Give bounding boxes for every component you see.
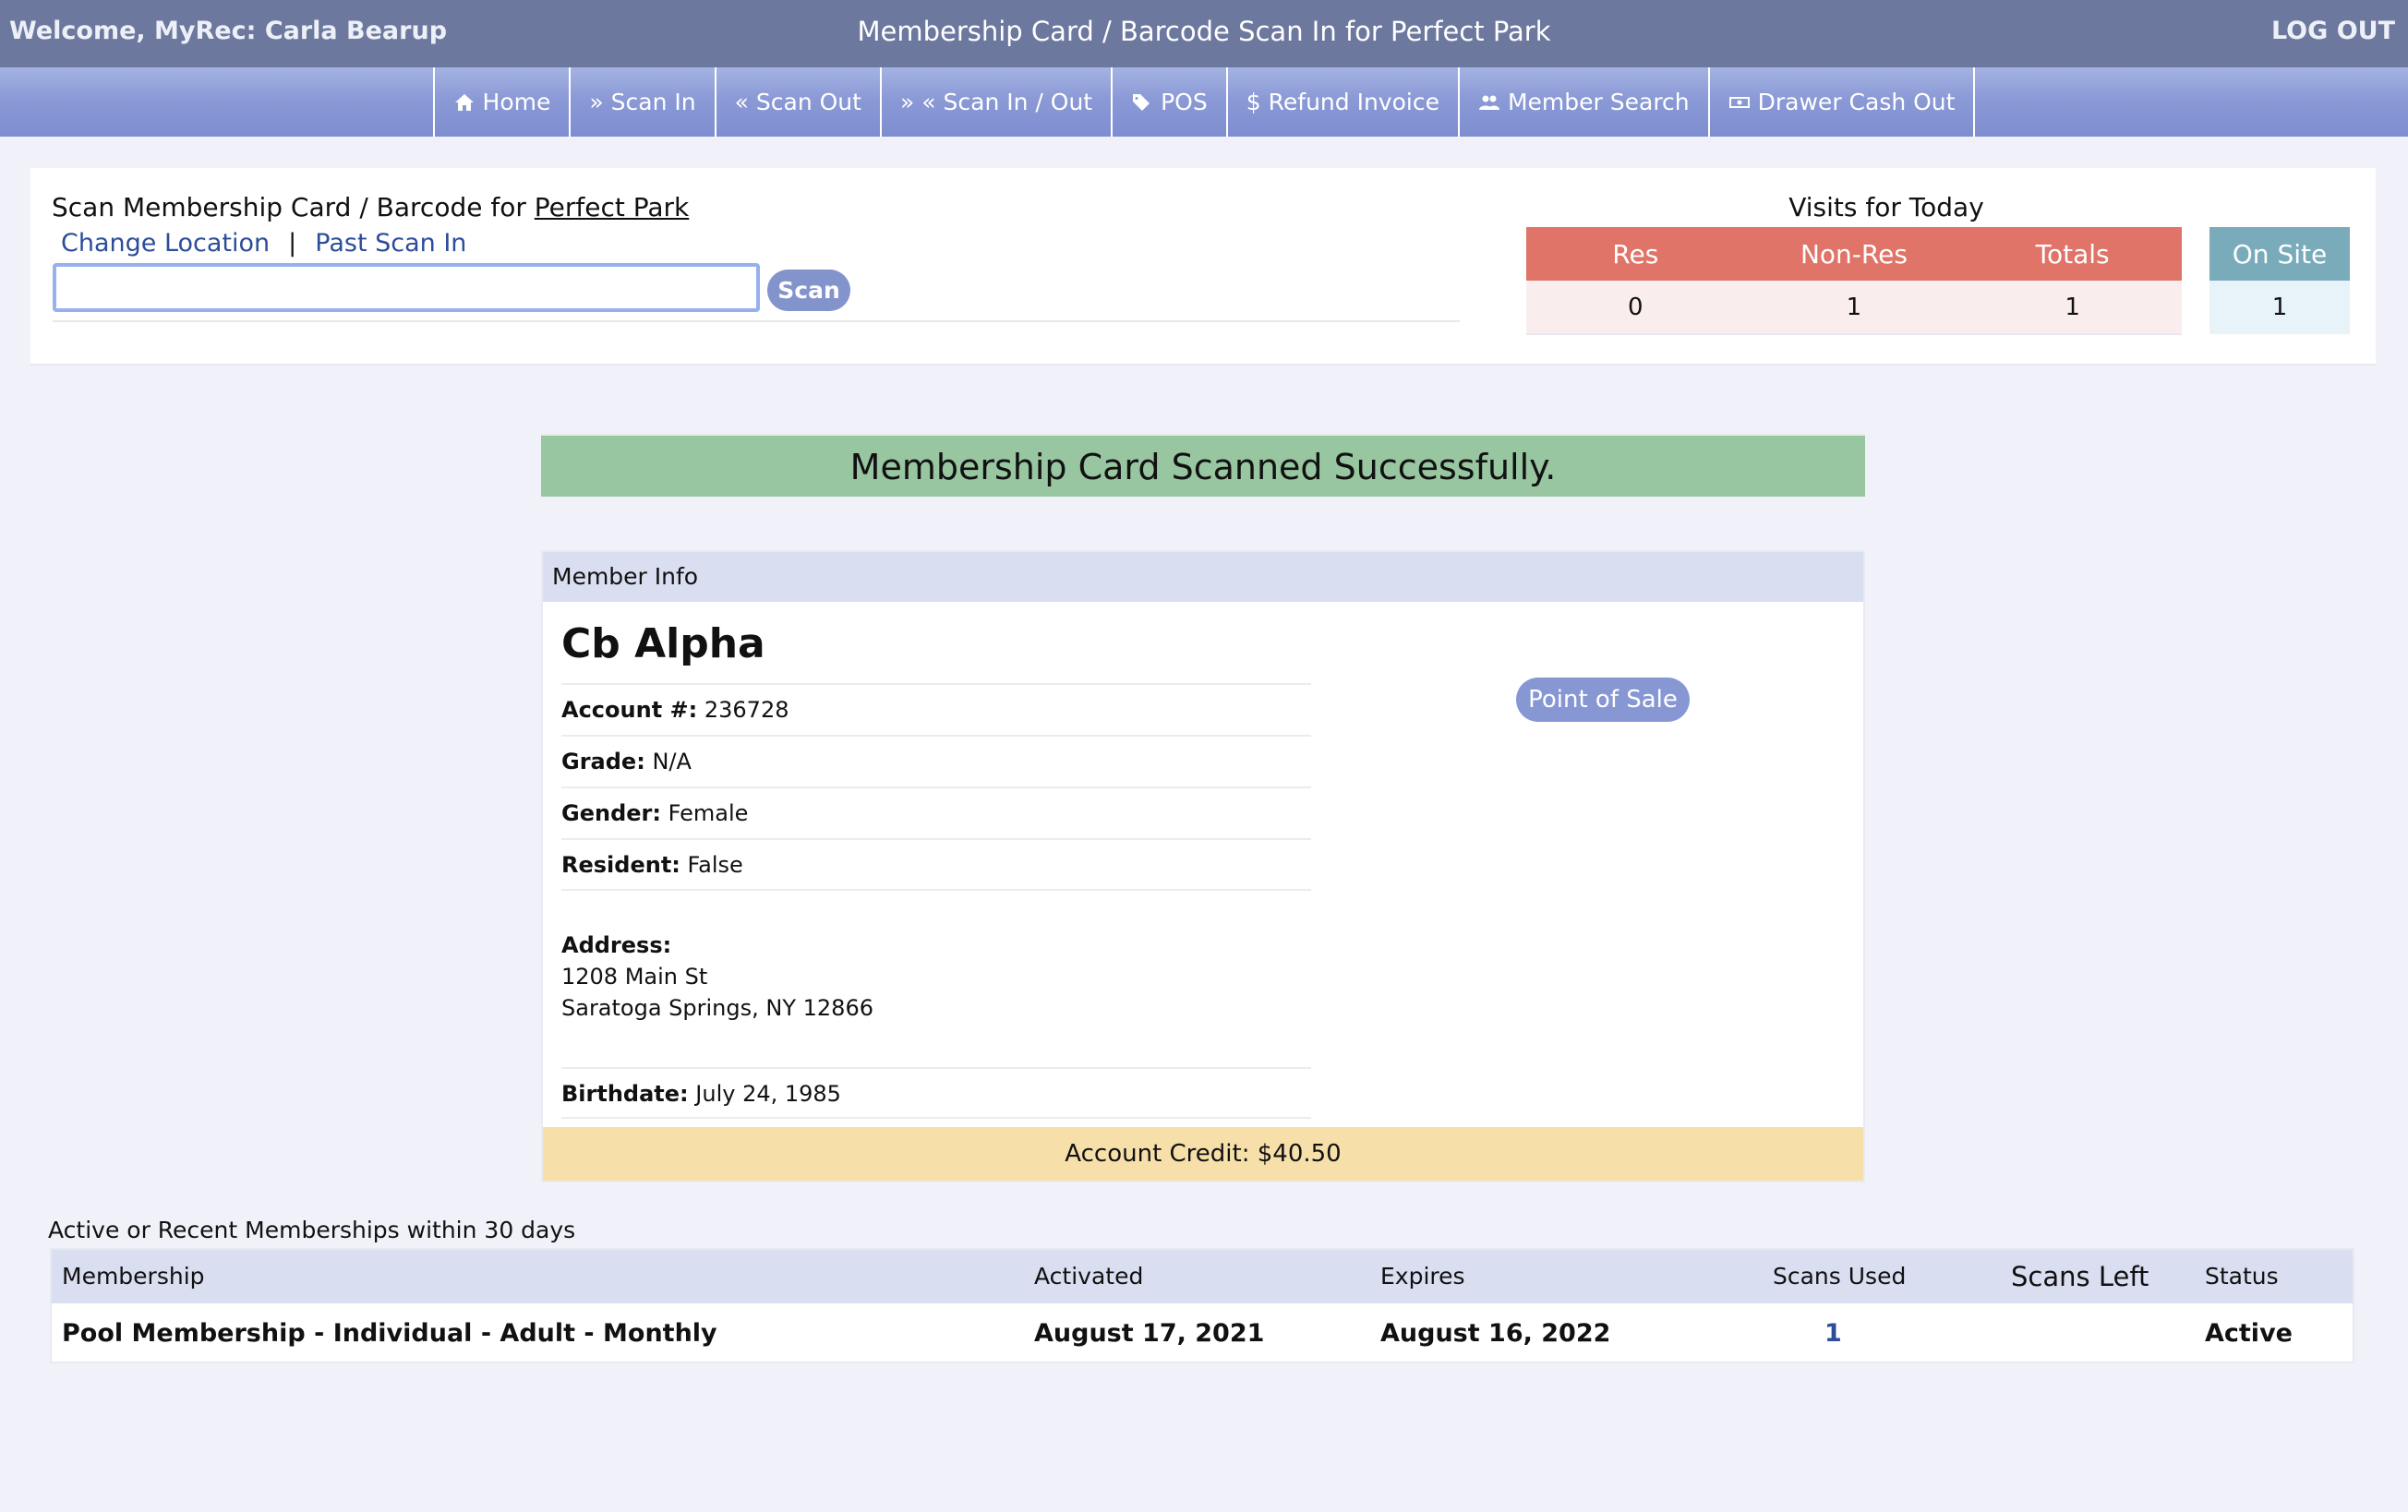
row-membership: Pool Membership - Individual - Adult - M… [62, 1319, 717, 1348]
point-of-sale-button[interactable]: Point of Sale [1516, 678, 1690, 722]
grade-field: Grade: N/A [561, 735, 1311, 786]
nav-drawer-cash-out[interactable]: Drawer Cash Out [1707, 67, 1976, 137]
scan-heading: Scan Membership Card / Barcode for Perfe… [52, 192, 689, 222]
visits-value-nonres: 1 [1744, 281, 1964, 335]
nav-pos[interactable]: POS [1111, 67, 1226, 137]
col-expires: Expires [1380, 1263, 1465, 1290]
double-chevron-right-icon: » [589, 89, 604, 115]
onsite-value: 1 [2209, 281, 2350, 334]
table-row: Pool Membership - Individual - Adult - M… [52, 1303, 2353, 1363]
nav-scan-in[interactable]: » Scan In [569, 67, 714, 137]
grade-value: N/A [652, 749, 692, 774]
memberships-table: Membership Activated Expires Scans Used … [50, 1248, 2354, 1363]
success-banner: Membership Card Scanned Successfully. [541, 434, 1865, 497]
address-line1: 1208 Main St [561, 964, 708, 990]
visits-title: Visits for Today [1788, 192, 1984, 222]
change-location-link[interactable]: Change Location [61, 229, 270, 258]
scan-heading-text: Scan Membership Card / Barcode for [52, 192, 535, 222]
scan-links: Change Location | Past Scan In [61, 229, 466, 258]
visits-header-res: Res [1526, 227, 1745, 281]
nav-scan-in-out-label: Scan In / Out [943, 89, 1093, 115]
birthdate-label: Birthdate: [561, 1081, 689, 1107]
member-info-header: Member Info [543, 552, 1863, 602]
visits-value-totals: 1 [1963, 281, 2182, 335]
nav-scan-out-label: Scan Out [755, 89, 861, 115]
resident-value: False [687, 852, 743, 878]
row-status: Active [2205, 1319, 2293, 1348]
logout-link[interactable]: LOG OUT [2271, 17, 2395, 45]
nav-refund-invoice-label: Refund Invoice [1268, 89, 1439, 115]
birthdate-value: July 24, 1985 [695, 1081, 841, 1107]
onsite-table: On Site 1 [2209, 227, 2350, 334]
visits-table: Res Non-Res Totals 0 1 1 [1526, 227, 2182, 335]
member-info-card: Member Info Cb Alpha Account #: 236728 G… [541, 550, 1865, 1182]
nav-home-label: Home [482, 89, 551, 115]
nav-pos-label: POS [1161, 89, 1208, 115]
link-separator: | [288, 229, 297, 258]
dollar-icon: $ [1246, 89, 1261, 115]
scan-divider [53, 320, 1460, 322]
row-scans-used-link[interactable]: 1 [1824, 1303, 1842, 1363]
top-bar: Welcome, MyRec: Carla Bearup Membership … [0, 0, 2408, 67]
address-field: Address: 1208 Main St Saratoga Springs, … [561, 889, 1311, 1034]
resident-field: Resident: False [561, 838, 1311, 890]
visits-header-totals: Totals [1963, 227, 2182, 281]
nav-member-search[interactable]: Member Search [1457, 67, 1708, 137]
memberships-title: Active or Recent Memberships within 30 d… [48, 1217, 576, 1243]
col-status: Status [2205, 1263, 2279, 1290]
col-membership: Membership [62, 1263, 205, 1290]
home-icon [454, 93, 474, 111]
row-expires: August 16, 2022 [1380, 1319, 1611, 1348]
col-scans-used: Scans Used [1773, 1263, 1907, 1290]
nav-scan-out[interactable]: « Scan Out [714, 67, 880, 137]
memberships-header-row: Membership Activated Expires Scans Used … [52, 1250, 2353, 1303]
scan-panel: Scan Membership Card / Barcode for Perfe… [30, 168, 2376, 366]
double-chevron-both-icon: » « [899, 89, 936, 115]
page-title: Membership Card / Barcode Scan In for Pe… [857, 16, 1551, 47]
welcome-text: Welcome, MyRec: Carla Bearup [9, 17, 448, 45]
cash-icon [1728, 96, 1750, 108]
scan-button[interactable]: Scan [767, 270, 850, 311]
account-label: Account #: [561, 697, 698, 723]
gender-label: Gender: [561, 800, 661, 826]
grade-label: Grade: [561, 749, 645, 774]
gender-value: Female [668, 800, 749, 826]
main-nav: Home » Scan In « Scan Out » « Scan In / … [0, 67, 2408, 137]
resident-label: Resident: [561, 852, 680, 878]
nav-refund-invoice[interactable]: $ Refund Invoice [1225, 67, 1458, 137]
member-name: Cb Alpha [561, 620, 765, 667]
col-activated: Activated [1034, 1263, 1144, 1290]
account-credit: Account Credit: $40.50 [543, 1127, 1863, 1181]
address-label: Address: [561, 932, 672, 958]
row-activated: August 17, 2021 [1034, 1319, 1265, 1348]
past-scan-in-link[interactable]: Past Scan In [315, 229, 466, 258]
gender-field: Gender: Female [561, 786, 1311, 838]
birthdate-field: Birthdate: July 24, 1985 [561, 1067, 1311, 1119]
nav-drawer-cash-out-label: Drawer Cash Out [1757, 89, 1956, 115]
account-field: Account #: 236728 [561, 683, 1311, 735]
nav-scan-in-label: Scan In [610, 89, 696, 115]
park-name: Perfect Park [534, 192, 690, 222]
onsite-header: On Site [2209, 227, 2350, 281]
visits-value-res: 0 [1526, 281, 1745, 335]
account-value: 236728 [704, 697, 789, 723]
visits-header-nonres: Non-Res [1744, 227, 1964, 281]
double-chevron-left-icon: « [734, 89, 749, 115]
users-icon [1478, 95, 1499, 110]
nav-scan-in-out[interactable]: » « Scan In / Out [879, 67, 1111, 137]
tags-icon [1133, 93, 1150, 111]
nav-member-search-label: Member Search [1507, 89, 1690, 115]
address-line2: Saratoga Springs, NY 12866 [561, 995, 873, 1021]
nav-home[interactable]: Home [432, 67, 570, 137]
scan-input[interactable] [53, 263, 760, 312]
col-scans-left: Scans Left [2011, 1261, 2149, 1292]
